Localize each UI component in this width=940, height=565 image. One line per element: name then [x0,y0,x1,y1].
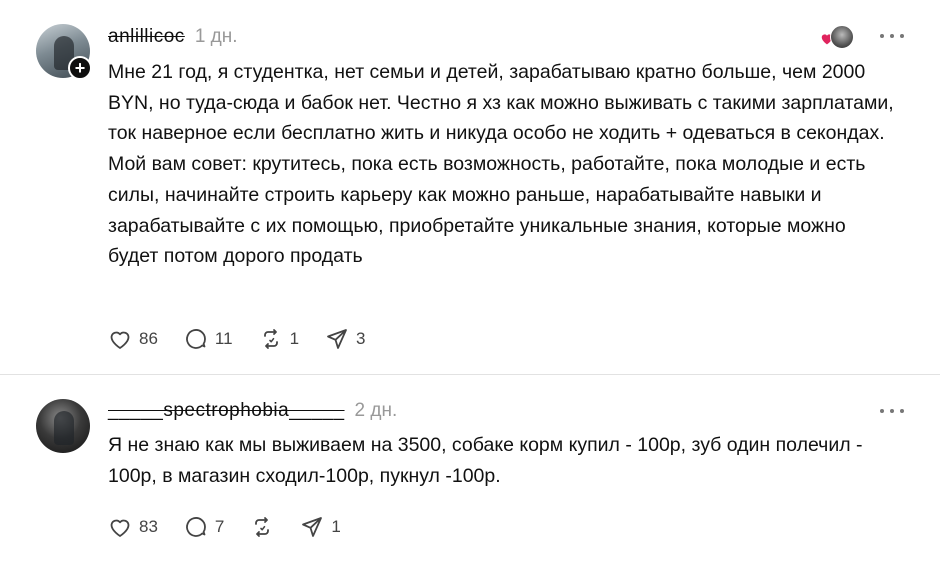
like-count: 83 [139,517,158,536]
comment-header: _____spectrophobia_____ 2 дн. [108,399,397,423]
action-bar: 83 7 1 [108,514,367,540]
repost-button[interactable]: 1 [259,327,299,351]
timestamp: 2 дн. [354,400,398,421]
comment-card: _____spectrophobia_____ 2 дн. Я не знаю … [0,375,940,565]
username[interactable]: _____spectrophobia_____ [108,400,345,422]
repost-count: 1 [289,329,300,348]
share-count: 1 [331,517,341,536]
heart-icon [110,519,130,537]
heart-icon [110,331,130,349]
repost-icon [255,517,270,537]
comment-header: anlillicoc 1 дн. [108,25,238,49]
like-count: 86 [139,329,158,348]
reply-button[interactable]: 7 [184,515,224,539]
send-icon [302,517,323,537]
avatar[interactable] [36,399,90,453]
like-button[interactable]: 83 [108,516,158,538]
reply-count: 7 [214,517,225,536]
timestamp: 1 дн. [194,26,238,47]
comment-bubble-icon [186,517,206,537]
reply-button[interactable]: 11 [184,327,233,351]
reactor-avatar [830,25,854,49]
comment-bubble-icon [186,329,206,349]
repost-button[interactable] [250,515,274,539]
comment-text: Мне 21 год, я студентка, нет семьи и дет… [108,61,894,268]
action-bar: 86 11 1 3 [108,326,392,352]
comment-text: Я не знаю как мы выживаем на 3500, собак… [108,434,863,487]
more-icon[interactable] [880,403,904,419]
like-button[interactable]: 86 [108,328,158,350]
comment-card: + anlillicoc 1 дн. Мне 21 год, я студент… [0,0,940,375]
share-count: 3 [356,329,366,348]
more-icon[interactable] [880,28,904,44]
share-button[interactable]: 1 [300,515,341,539]
reply-count: 11 [214,329,233,348]
share-button[interactable]: 3 [325,327,366,351]
send-icon [327,329,347,349]
reaction-stack[interactable] [820,24,854,50]
follow-plus-icon[interactable]: + [68,56,92,80]
repost-icon [263,329,278,349]
username[interactable]: anlillicoc [108,26,185,48]
